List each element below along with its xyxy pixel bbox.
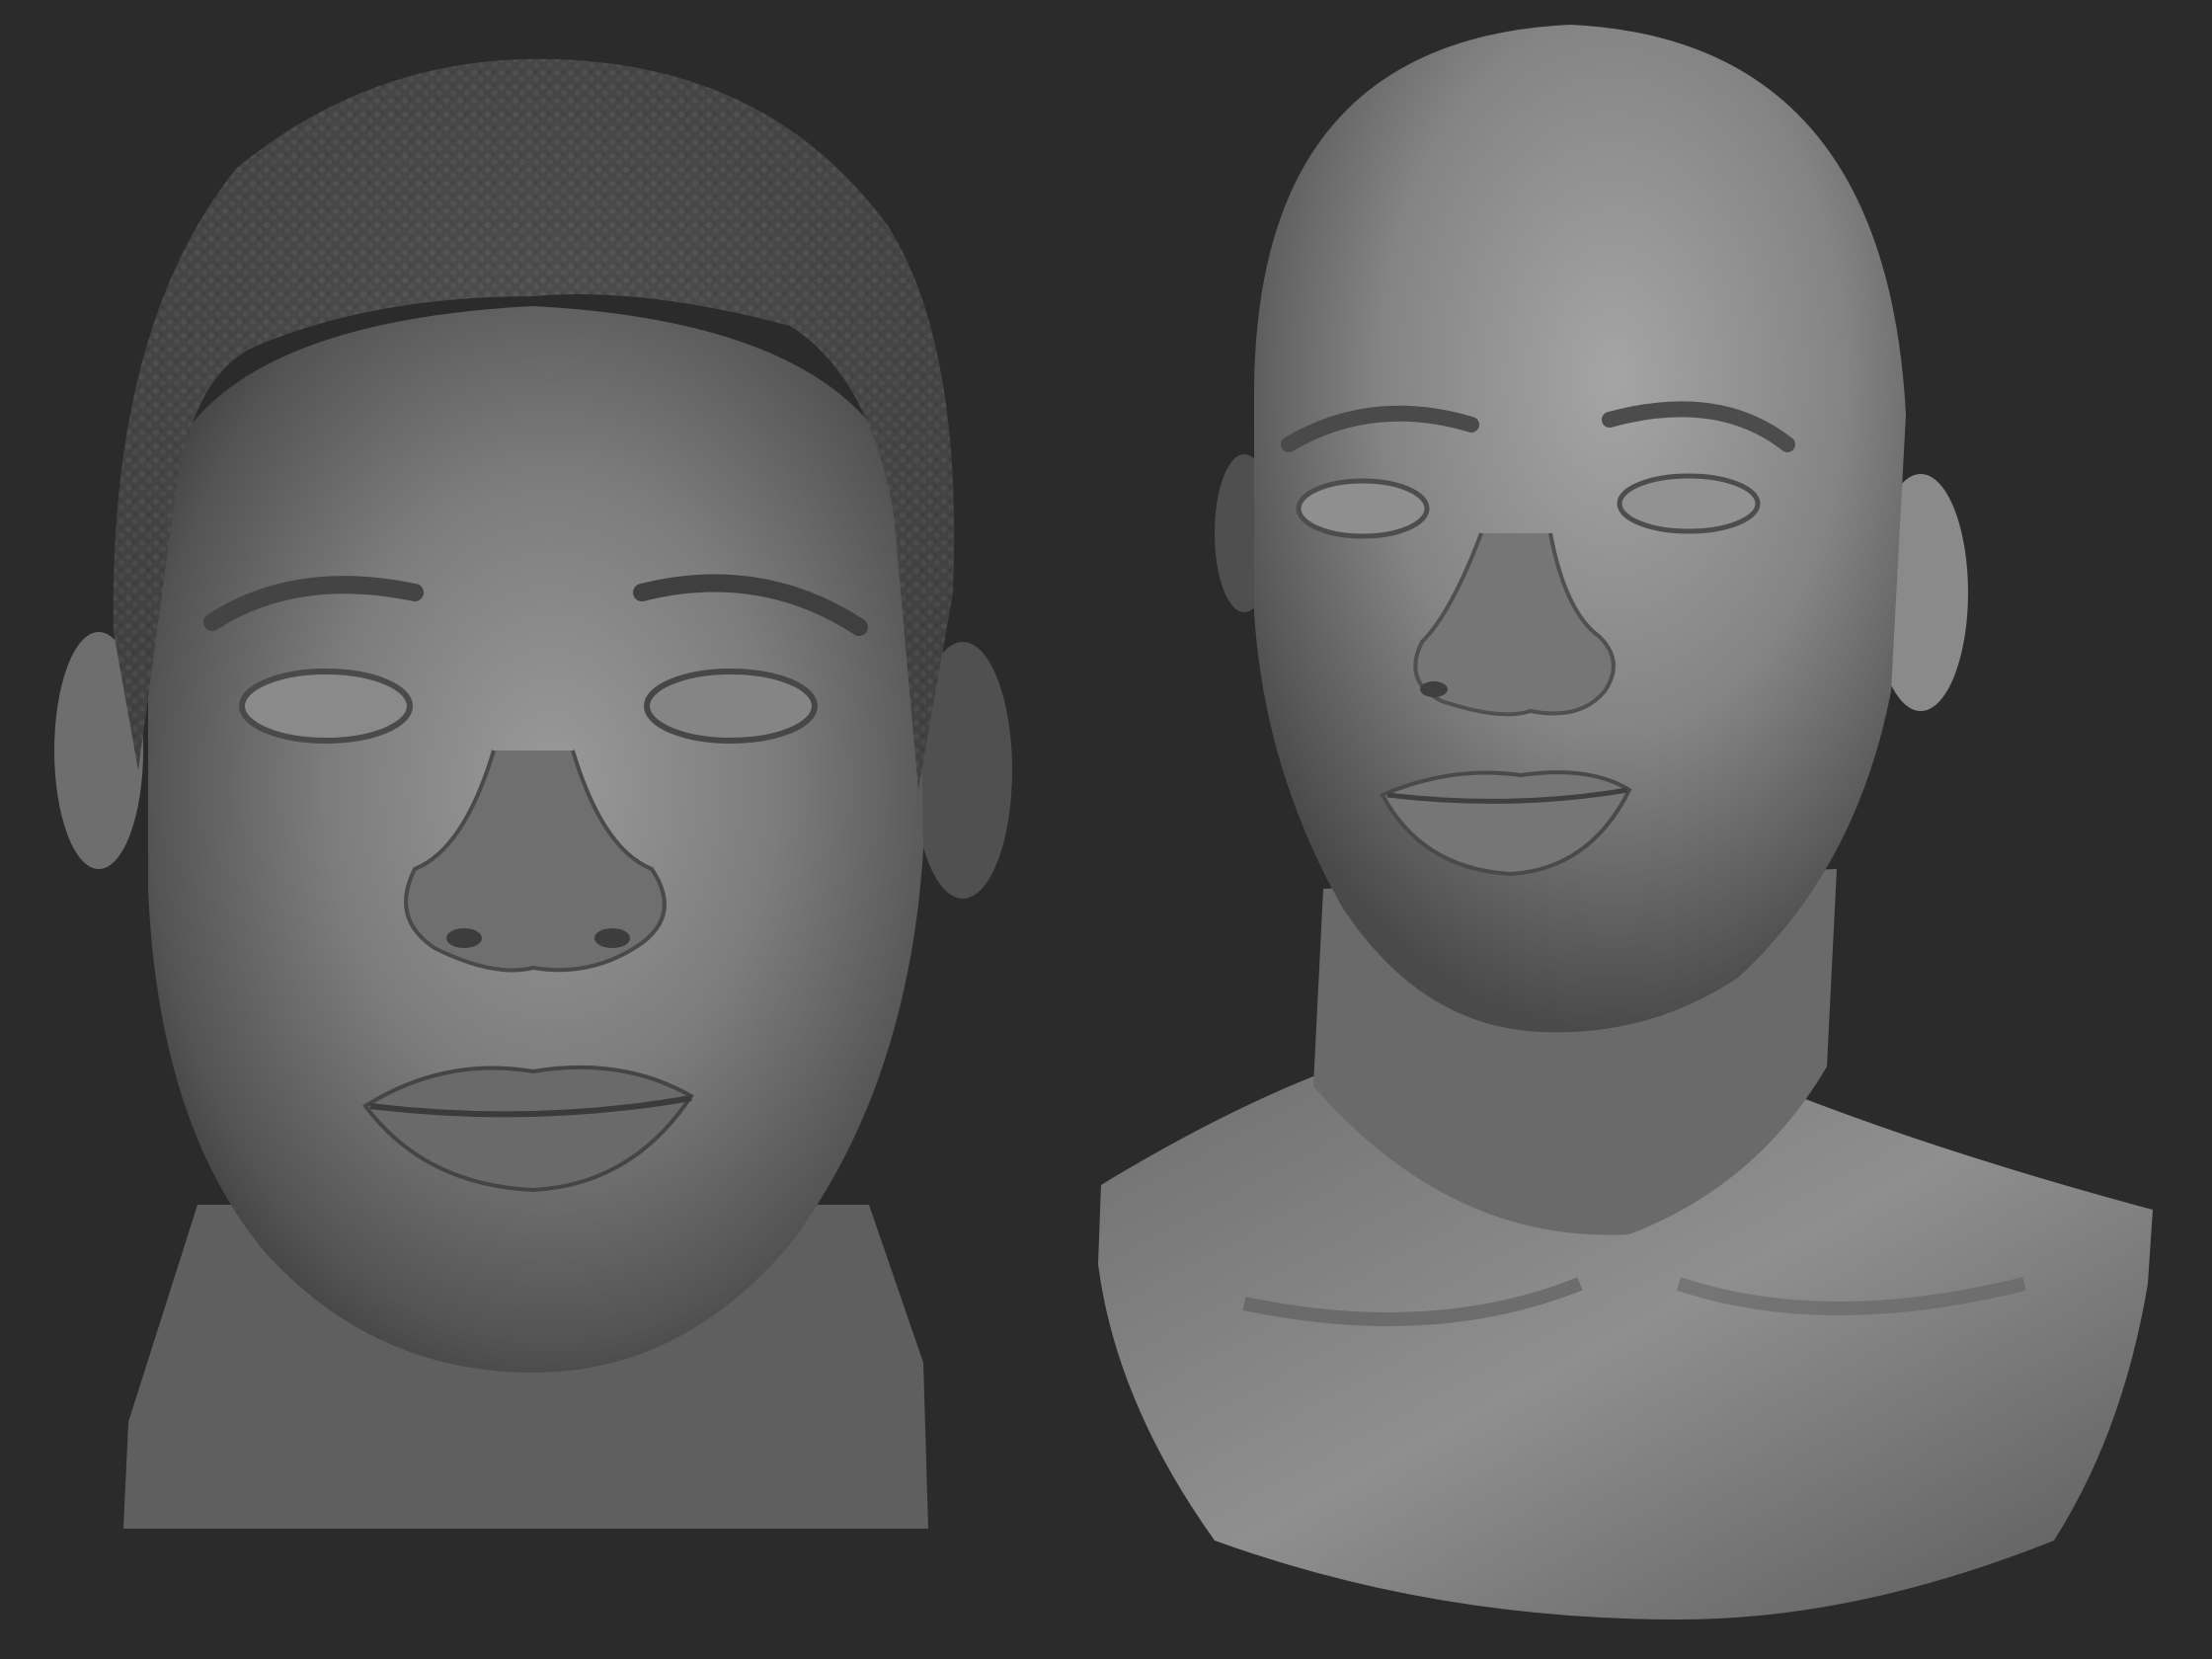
render-viewport: [0, 0, 2212, 1659]
eye-right-2: [1617, 473, 1761, 534]
eye-left-2: [644, 669, 818, 744]
three-quarter-view-bald-bust: [1098, 25, 2153, 1620]
front-view-head-with-hair: [54, 58, 1012, 1529]
eye-right-1: [1296, 478, 1430, 539]
sculpt-render-svg: [54, 25, 2153, 1620]
eye-left-1: [239, 669, 413, 744]
